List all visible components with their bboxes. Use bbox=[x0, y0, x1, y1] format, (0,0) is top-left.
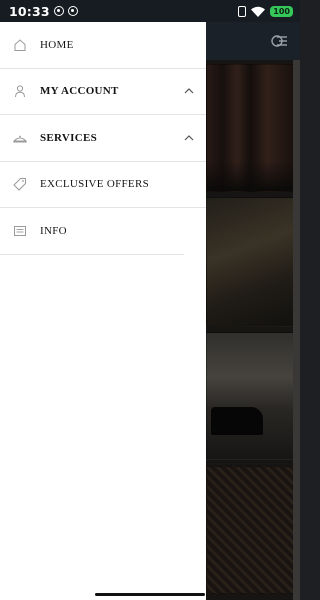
info-list-icon bbox=[14, 225, 26, 236]
menu-item-exclusive-offers[interactable]: EXCLUSIVE OFFERS bbox=[0, 162, 206, 208]
menu-item-services[interactable]: SERVICES bbox=[0, 115, 206, 162]
chevron-up-icon[interactable] bbox=[184, 133, 194, 143]
chevron-up-icon[interactable] bbox=[184, 86, 194, 96]
menu-item-label: SERVICES bbox=[40, 131, 98, 144]
scroll-edge bbox=[293, 60, 300, 600]
menu-item-label: INFO bbox=[40, 224, 67, 237]
menu-item-label: HOME bbox=[40, 38, 74, 51]
status-time: 10:33 bbox=[9, 3, 50, 19]
wifi-icon bbox=[251, 6, 266, 17]
user-icon bbox=[15, 85, 25, 98]
menu-item-info[interactable]: INFO bbox=[0, 208, 184, 255]
battery-saver-icon bbox=[238, 5, 247, 17]
battery-level: 100 bbox=[270, 5, 293, 17]
status-bar: 10:33 100 bbox=[0, 0, 300, 22]
filter-icon[interactable] bbox=[271, 33, 287, 49]
menu-item-home[interactable]: HOME bbox=[0, 22, 206, 69]
whatsapp-icon bbox=[67, 6, 78, 16]
menu-item-label: MY ACCOUNT bbox=[40, 85, 119, 98]
menu-item-my-account[interactable]: MY ACCOUNT bbox=[0, 69, 206, 115]
home-indicator[interactable] bbox=[95, 593, 205, 596]
tag-icon bbox=[13, 178, 26, 191]
menu-item-label: EXCLUSIVE OFFERS bbox=[40, 178, 150, 191]
services-icon bbox=[13, 135, 27, 143]
home-icon bbox=[14, 39, 26, 51]
navigation-drawer: HOME MY ACCOUNT SERVICES EXCLUSIVE OFFER… bbox=[0, 22, 206, 600]
whatsapp-icon bbox=[53, 6, 64, 16]
